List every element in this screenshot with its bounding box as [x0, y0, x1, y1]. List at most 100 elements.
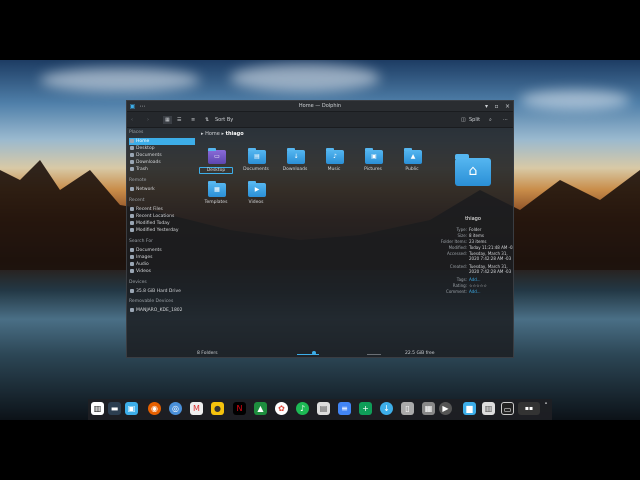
taskbar-dock: ▥ ▬ ▣ ◉ ◎ M ● N ▲ ✿ ♪ ▤ ≡ + ↓ ▯ ▦ ▶ ▆ ▥ … [88, 399, 552, 420]
public-folder-icon: ▲ [404, 148, 422, 164]
netflix-icon[interactable]: N [233, 402, 246, 415]
videos-folder-icon: ▶ [248, 181, 266, 197]
sidebar-item-home[interactable]: Home [129, 138, 195, 145]
maximize-icon[interactable]: ▫ [493, 103, 500, 110]
sidebar-item-trash[interactable]: Trash [129, 166, 195, 173]
book-icon[interactable]: ▯ [401, 402, 414, 415]
info-row-comment[interactable]: Comment: Add... [431, 289, 515, 295]
docs-icon[interactable]: ≡ [338, 402, 351, 415]
document-icon [130, 248, 134, 252]
clock-icon [130, 214, 134, 218]
dolphin-window: ▣ ⋯ Home — Dolphin ▾ ▫ × ‹ › ▦ ☰ ≡ ⇅ Sor… [126, 100, 514, 358]
sheets-icon[interactable]: + [359, 402, 372, 415]
breadcrumb-current[interactable]: thiago [226, 131, 244, 137]
video-icon [130, 269, 134, 273]
usb-drive-icon [130, 308, 134, 312]
letterbox-top [0, 0, 640, 60]
breadcrumb: ▸ Home ▸ thiago [201, 131, 244, 137]
compact-view-icon[interactable]: ☰ [177, 116, 181, 124]
folder-music[interactable]: ♪ Music [317, 148, 351, 190]
music-icon[interactable]: ♪ [296, 402, 309, 415]
pictures-folder-icon: ▣ [365, 148, 383, 164]
hamburger-menu-icon[interactable]: ⋯ [503, 116, 508, 124]
close-icon[interactable]: × [504, 103, 511, 110]
music-folder-icon: ♪ [326, 148, 344, 164]
sidebar-item-search-audio[interactable]: Audio [129, 261, 195, 268]
minimize-icon[interactable]: ▾ [483, 103, 490, 110]
sidebar-section-removable: Removable Devices [129, 299, 174, 304]
sidebar-item-documents[interactable]: Documents [129, 152, 195, 159]
trash-icon [130, 167, 134, 171]
info-name: thiago [465, 216, 481, 222]
sidebar-item-hard-drive[interactable]: 35.8 GiB Hard Drive [129, 288, 195, 295]
folder-label: Downloads [282, 167, 308, 172]
folder-pictures[interactable]: ▣ Pictures [356, 148, 390, 190]
sidebar-item-desktop[interactable]: Desktop [129, 145, 195, 152]
back-icon[interactable]: ‹ [131, 116, 133, 124]
breadcrumb-home[interactable]: Home [205, 131, 220, 137]
sidebar-item-search-videos[interactable]: Videos [129, 268, 195, 275]
window-title: Home — Dolphin [298, 103, 342, 109]
calendar-icon [130, 221, 134, 225]
keep-icon[interactable]: ● [211, 402, 224, 415]
clock-icon [130, 207, 134, 211]
sidebar-item-removable-drive[interactable]: MANJARO_KDE_1802 [129, 307, 195, 314]
downloads-folder-icon: ↓ [287, 148, 305, 164]
desktop-icon[interactable]: ▬ [108, 402, 121, 415]
icons-view-icon[interactable]: ▦ [163, 116, 172, 124]
downloads-icon [130, 160, 134, 164]
search-icon[interactable]: ⌕ [489, 116, 492, 124]
sidebar-item-recent-files[interactable]: Recent Files [129, 206, 195, 213]
chevron-up-icon[interactable]: ˄ [542, 400, 550, 413]
split-button[interactable]: Split [469, 116, 480, 124]
gmail-icon[interactable]: M [190, 402, 203, 415]
trash-icon[interactable]: ▥ [482, 402, 495, 415]
forward-icon[interactable]: › [147, 116, 149, 124]
places-sidebar: Places Home Desktop Documents Downloads … [127, 128, 197, 349]
split-icon[interactable]: ◫ [461, 116, 466, 124]
sidebar-item-search-documents[interactable]: Documents [129, 247, 195, 254]
tray-icon[interactable]: ▪▪ [518, 402, 540, 415]
firefox-icon[interactable]: ◉ [148, 402, 161, 415]
folder-label: Pictures [364, 167, 382, 172]
documents-icon [130, 153, 134, 157]
player-icon[interactable]: ▶ [439, 402, 452, 415]
files-icon[interactable]: ▤ [317, 402, 330, 415]
photos-icon[interactable]: ✿ [275, 402, 288, 415]
zoom-slider[interactable] [297, 354, 319, 355]
sidebar-item-search-images[interactable]: Images [129, 254, 195, 261]
sidebar-item-modified-yesterday[interactable]: Modified Yesterday [129, 227, 195, 234]
chromium-icon[interactable]: ◎ [169, 402, 182, 415]
screen-icon[interactable]: ▭ [501, 402, 514, 415]
documents-folder-icon: ▤ [248, 148, 266, 164]
folder-templates[interactable]: ▦ Templates [199, 181, 233, 223]
manjaro-icon[interactable]: ▥ [91, 402, 104, 415]
download-icon[interactable]: ↓ [380, 402, 393, 415]
sidebar-section-devices: Devices [129, 280, 147, 285]
calculator-icon[interactable]: ▦ [422, 402, 435, 415]
folder-label: Desktop [199, 167, 233, 174]
zoom-slider-handle[interactable] [312, 351, 316, 355]
home-icon [130, 139, 134, 143]
dolphin-icon[interactable]: ▣ [125, 402, 138, 415]
status-folder-count: 8 Folders [197, 351, 218, 356]
sidebar-item-modified-today[interactable]: Modified Today [129, 220, 195, 227]
drive-icon[interactable]: ▲ [254, 402, 267, 415]
image-icon [130, 255, 134, 259]
sort-icon[interactable]: ⇅ [205, 116, 209, 124]
folder-videos[interactable]: ▶ Videos [239, 181, 273, 223]
folder-public[interactable]: ▲ Public [395, 148, 429, 190]
sidebar-item-downloads[interactable]: Downloads [129, 159, 195, 166]
info-row-created-cont: 2020 7:42:28 AM -03 [469, 269, 512, 274]
folder-label: Videos [248, 200, 264, 205]
folder-icon[interactable]: ▆ [463, 402, 476, 415]
sidebar-item-recent-locations[interactable]: Recent Locations [129, 213, 195, 220]
network-icon [130, 187, 134, 191]
folder-downloads[interactable]: ↓ Downloads [278, 148, 312, 190]
templates-folder-icon: ▦ [208, 181, 226, 197]
title-bar[interactable]: ▣ ⋯ Home — Dolphin ▾ ▫ × [127, 101, 513, 112]
sort-by-button[interactable]: Sort By [215, 116, 233, 124]
sidebar-item-network[interactable]: Network [129, 186, 195, 193]
details-view-icon[interactable]: ≡ [191, 116, 195, 124]
folder-label: Music [327, 167, 341, 172]
